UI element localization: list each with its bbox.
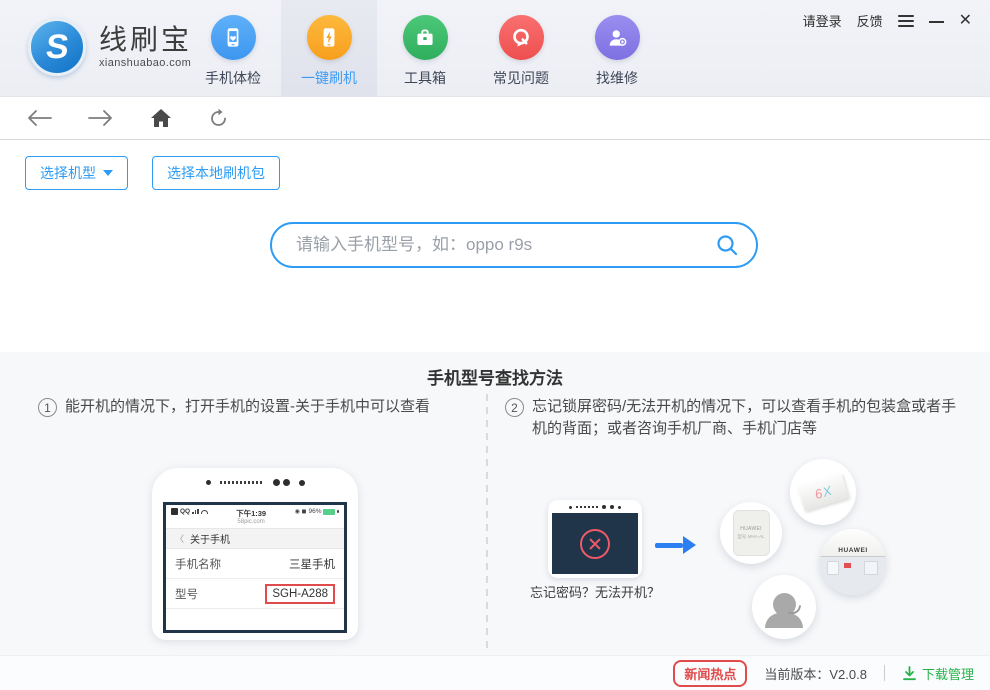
- app-logo: S 线刷宝 xianshuabao.com: [28, 18, 192, 76]
- nav-label: 手机体检: [205, 70, 261, 86]
- search-input[interactable]: [270, 222, 758, 268]
- storefront: [820, 556, 886, 595]
- row-value: 三星手机: [289, 558, 335, 571]
- news-hotspot-badge[interactable]: 新闻热点: [673, 659, 748, 687]
- phone-box: 6 X: [797, 472, 849, 512]
- nav-item-one-key-flash[interactable]: 一键刷机: [281, 0, 377, 97]
- step-number: 2: [505, 398, 524, 417]
- store-sign: HUAWEI: [820, 529, 886, 557]
- step-text: 能开机的情况下，打开手机的设置-关于手机中可以查看: [65, 398, 430, 415]
- store-photo: HUAWEI: [820, 529, 886, 595]
- select-model-label: 选择机型: [40, 165, 96, 181]
- app-header: S 线刷宝 xianshuabao.com 手机体检 一键刷机 工具箱 常见问题…: [0, 0, 990, 97]
- login-link[interactable]: 请登录: [803, 11, 842, 30]
- phone-speaker: [152, 479, 358, 486]
- toolbox-icon: [402, 15, 448, 60]
- navigation-toolbar: [0, 97, 990, 140]
- menu-icon[interactable]: [897, 13, 914, 29]
- brand-name: 线刷宝: [99, 24, 193, 56]
- question-bubble-icon: [498, 15, 544, 60]
- battery-icon: [323, 508, 336, 515]
- search-box: [270, 222, 758, 268]
- nav-item-faq[interactable]: 常见问题: [473, 0, 569, 97]
- row-label: 型号: [175, 588, 198, 601]
- brand-domain: xianshuabao.com: [99, 56, 192, 69]
- select-local-package-button[interactable]: 选择本地刷机包: [152, 156, 280, 190]
- phone-time: 下午1:39: [236, 509, 267, 518]
- phone-status-bar: QQ 下午1:39 58pic.com ◉ ◼ 96%: [166, 505, 344, 526]
- download-manager-button[interactable]: 下载管理: [902, 664, 974, 683]
- nav-item-phone-checkup[interactable]: 手机体检: [185, 0, 281, 97]
- right-arrow-icon: [655, 536, 696, 554]
- watermark: 58pic.com: [237, 519, 265, 525]
- refresh-button[interactable]: [208, 108, 229, 129]
- nav-label: 工具箱: [404, 70, 446, 86]
- download-icon: [903, 665, 916, 680]
- logo-s-icon: S: [28, 18, 86, 76]
- phone-speaker: [548, 505, 642, 509]
- divider: [883, 665, 885, 681]
- phone-heart-icon: [210, 15, 256, 60]
- guide-step-2: 2 忘记锁屏密码/无法开机的情况下，可以查看手机的包装盒或者手机的背面；或者咨询…: [505, 396, 957, 440]
- customer-service-photo: [752, 575, 816, 639]
- close-button[interactable]: ✕: [959, 12, 972, 29]
- phone-screen: QQ 下午1:39 58pic.com ◉ ◼ 96% 〈 关于手机 手机名称 …: [163, 502, 347, 633]
- phone-flash-icon: [306, 15, 352, 60]
- status-icons: ◉ ◼: [294, 509, 307, 515]
- version-label: 当前版本：V2.0.8: [764, 666, 867, 682]
- signal-bars-icon: [192, 508, 199, 515]
- nav-label: 一键刷机: [301, 70, 357, 86]
- wifi-icon: [200, 509, 208, 514]
- carrier-label: QQ: [180, 508, 191, 515]
- model-row: 型号 SGH-A288: [166, 579, 344, 609]
- phone-back: HUAWEI 型号 MHA-AL: [732, 510, 770, 556]
- packaging-box-photo: 6 X: [790, 459, 856, 525]
- about-title: 关于手机: [190, 535, 231, 546]
- feedback-link[interactable]: 反馈: [857, 11, 883, 30]
- phone-name-row: 手机名称 三星手机: [166, 549, 344, 579]
- about-phone-bar: 〈 关于手机: [166, 528, 344, 549]
- model-value-highlight: SGH-A288: [265, 583, 335, 604]
- step-number: 1: [38, 398, 57, 417]
- download-manager-label: 下载管理: [921, 666, 974, 682]
- person-silhouette-icon: [765, 592, 803, 628]
- bottom-status-bar: 新闻热点 当前版本：V2.0.8 下载管理: [0, 655, 990, 690]
- app-square-icon: [171, 508, 178, 515]
- guide-title: 手机型号查找方法: [427, 369, 563, 388]
- locked-phone-mockup: [548, 500, 642, 578]
- locked-caption: 忘记密码？无法开机？: [530, 585, 661, 600]
- battery-percent: 96%: [308, 508, 322, 515]
- error-cross-icon: [580, 528, 610, 559]
- main-nav: 手机体检 一键刷机 工具箱 常见问题 找维修: [185, 0, 665, 97]
- nav-item-find-repair[interactable]: 找维修: [569, 0, 665, 97]
- search-icon[interactable]: [715, 233, 739, 262]
- row-label: 手机名称: [175, 558, 221, 571]
- select-local-package-label: 选择本地刷机包: [167, 165, 265, 181]
- phone-back-photo: HUAWEI 型号 MHA-AL: [720, 502, 782, 564]
- nav-label: 常见问题: [493, 70, 549, 86]
- step-text: 忘记锁屏密码/无法开机的情况下，可以查看手机的包装盒或者手机的背面；或者咨询手机…: [532, 398, 957, 437]
- back-model-label: 型号 MHA-AL: [737, 534, 765, 539]
- back-button[interactable]: [26, 109, 52, 127]
- chevron-down-icon: [103, 170, 113, 176]
- back-chevron-icon: 〈: [175, 534, 185, 544]
- logo-letter: S: [43, 28, 71, 66]
- minimize-button[interactable]: [928, 20, 944, 23]
- home-button[interactable]: [150, 108, 172, 128]
- repair-person-icon: [594, 15, 640, 60]
- phone-mockup: QQ 下午1:39 58pic.com ◉ ◼ 96% 〈 关于手机 手机名称 …: [152, 468, 358, 640]
- back-brand-label: HUAWEI: [740, 526, 762, 532]
- dashed-divider: [486, 394, 488, 648]
- guide-step-1: 1 能开机的情况下，打开手机的设置-关于手机中可以查看: [38, 396, 470, 418]
- forward-button[interactable]: [88, 109, 114, 127]
- battery-tip: [337, 510, 339, 513]
- locked-phone-screen: [552, 513, 638, 574]
- nav-item-toolbox[interactable]: 工具箱: [377, 0, 473, 97]
- select-model-button[interactable]: 选择机型: [25, 156, 128, 190]
- nav-label: 找维修: [596, 70, 638, 86]
- model-lookup-guide: 手机型号查找方法 1 能开机的情况下，打开手机的设置-关于手机中可以查看 2 忘…: [0, 352, 990, 655]
